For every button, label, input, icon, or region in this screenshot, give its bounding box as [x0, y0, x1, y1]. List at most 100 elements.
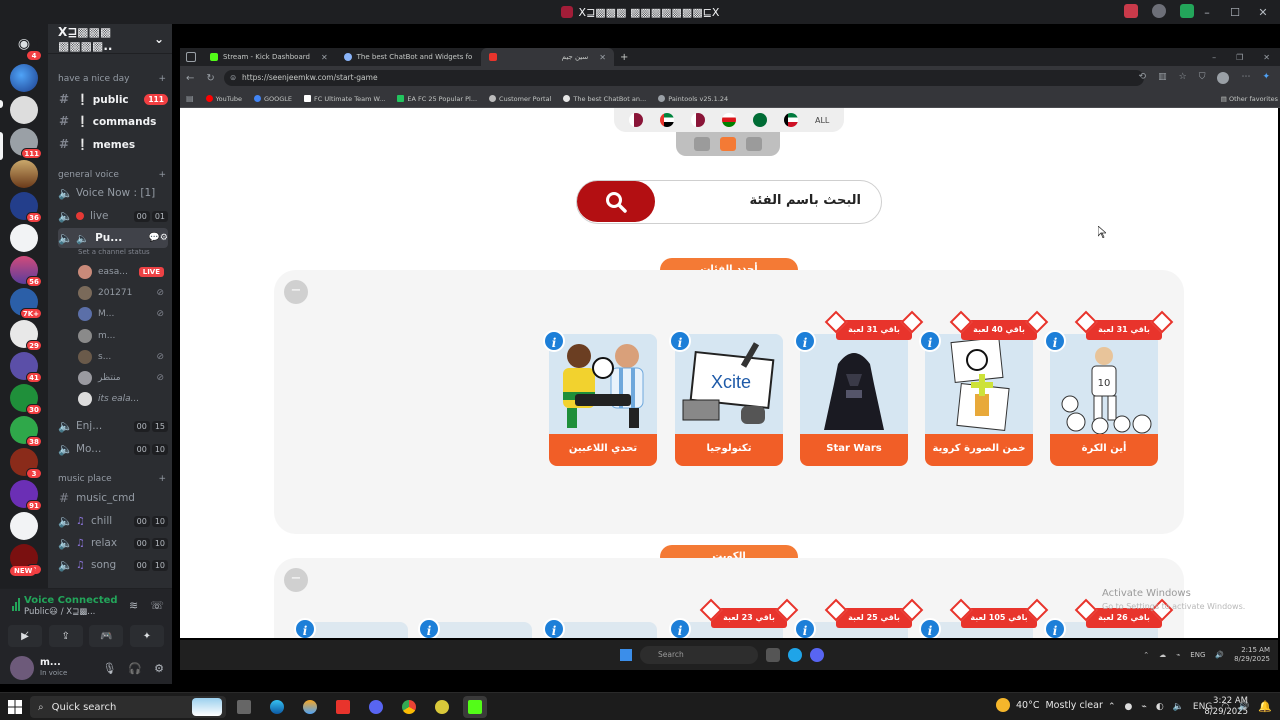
- info-icon[interactable]: i: [418, 618, 440, 638]
- disconnect-icon[interactable]: ☏: [150, 599, 164, 612]
- settings-gear-icon[interactable]: ⚙: [154, 662, 164, 675]
- windows-start-icon[interactable]: [620, 649, 632, 661]
- capcut-icon[interactable]: [331, 696, 355, 718]
- language-indicator[interactable]: ENG: [1190, 651, 1205, 659]
- category-card[interactable]: Star Wars i باقي 31 لعبة: [794, 320, 912, 468]
- info-icon[interactable]: i: [1044, 618, 1066, 638]
- saudi-flag[interactable]: [752, 113, 767, 127]
- channel-voice-now[interactable]: 🔈 Voice Now : [1]: [58, 183, 168, 203]
- noise-suppression-icon[interactable]: ≋: [129, 599, 138, 612]
- camera-off-icon[interactable]: ▶̸: [8, 625, 42, 647]
- voice-channel-path[interactable]: Public😃 / X⊒▩...: [24, 607, 95, 617]
- volume-icon[interactable]: 🔈: [1173, 702, 1184, 712]
- server-icon[interactable]: 3: [10, 448, 42, 479]
- info-icon[interactable]: i: [794, 330, 816, 352]
- server-icon[interactable]: 91: [10, 480, 42, 511]
- server-icon[interactable]: [10, 224, 38, 252]
- channel-commands[interactable]: # ❕ commands: [58, 111, 168, 131]
- bookmark-folder-icon[interactable]: ▤: [186, 94, 194, 103]
- inbox-icon[interactable]: [1124, 4, 1138, 18]
- discord-icon[interactable]: [810, 648, 824, 662]
- stream-search-box[interactable]: Search: [640, 646, 758, 664]
- voice-user[interactable]: easa... LIVE: [78, 263, 164, 281]
- tray-app-icon[interactable]: ●: [1125, 702, 1133, 712]
- bookmark-google[interactable]: GOOGLE: [254, 95, 292, 103]
- list-view-icon[interactable]: [720, 137, 736, 151]
- category-card[interactable]: تحدي اللاعبين i: [543, 330, 657, 468]
- server-icon[interactable]: 30: [10, 384, 42, 415]
- qatar-flag[interactable]: [690, 113, 705, 127]
- maximize-icon[interactable]: ❐: [1236, 53, 1243, 62]
- bookmark-paintools[interactable]: Paintools v25.1.24: [658, 95, 728, 103]
- server-icon[interactable]: 29: [10, 320, 42, 351]
- search-input[interactable]: البحث باسم الفئة: [750, 193, 861, 208]
- category-header[interactable]: general voice +: [58, 170, 166, 180]
- reload-icon[interactable]: ↻: [206, 73, 214, 84]
- network-icon[interactable]: ⌁: [1141, 702, 1146, 712]
- minimize-icon[interactable]: –: [1200, 6, 1214, 19]
- help-icon[interactable]: [1152, 4, 1166, 18]
- category-card[interactable]: i باقي 23 لعبة: [669, 608, 787, 638]
- channel-music-cmd[interactable]: # music_cmd: [58, 488, 168, 508]
- favorites-icon[interactable]: ☆: [1179, 72, 1187, 84]
- voice-user[interactable]: منتظر ⊘: [78, 369, 164, 387]
- more-icon[interactable]: ⋯: [1241, 72, 1250, 84]
- collapse-icon[interactable]: −: [284, 568, 308, 592]
- voice-status[interactable]: Voice Connected: [24, 595, 118, 606]
- add-channel-icon[interactable]: +: [158, 170, 166, 180]
- server-icon[interactable]: 7K+: [10, 288, 42, 319]
- soundboard-icon[interactable]: ✦: [129, 625, 164, 647]
- kick-icon[interactable]: [463, 696, 487, 718]
- channel-public[interactable]: # ❕ public 111: [58, 89, 168, 109]
- category-card[interactable]: خمن الصورة كروية i باقي 40 لعبة: [919, 320, 1037, 468]
- oman-flag[interactable]: [721, 113, 736, 127]
- headphones-icon[interactable]: 🎧: [128, 662, 142, 675]
- favorites-heart-icon[interactable]: [746, 137, 762, 151]
- quick-search-box[interactable]: ⌕ Quick search: [30, 696, 226, 718]
- info-icon[interactable]: i: [294, 618, 316, 638]
- server-icon[interactable]: [10, 512, 38, 540]
- category-card[interactable]: i باقي 26 لعبة: [1044, 608, 1162, 638]
- server-icon[interactable]: 38: [10, 416, 42, 447]
- notification-bell-icon[interactable]: 🔔: [1258, 700, 1272, 713]
- server-icon[interactable]: [10, 96, 38, 124]
- category-card[interactable]: i باقي 105 لعبة: [919, 608, 1037, 638]
- volume-icon[interactable]: 🔊: [1215, 651, 1224, 659]
- close-icon[interactable]: ✕: [1256, 6, 1270, 19]
- bahrain-flag[interactable]: [628, 113, 643, 127]
- sync-icon[interactable]: ⟲: [1139, 72, 1147, 84]
- edge-icon[interactable]: [265, 696, 289, 718]
- channel-chill[interactable]: 🔈 ♫ chill 00 10: [58, 511, 168, 531]
- server-icon[interactable]: 56: [10, 256, 42, 287]
- add-channel-icon[interactable]: +: [158, 74, 166, 84]
- task-view-icon[interactable]: [766, 648, 780, 662]
- chat-icon[interactable]: 💬⚙: [149, 233, 168, 243]
- edge-icon[interactable]: [788, 648, 802, 662]
- start-button[interactable]: [0, 693, 30, 720]
- info-icon[interactable]: i: [543, 330, 565, 352]
- close-tab-icon[interactable]: ✕: [599, 53, 606, 62]
- filter-all[interactable]: ALL: [815, 116, 829, 125]
- copilot-icon[interactable]: [298, 696, 322, 718]
- bookmark-chatbot[interactable]: The best ChatBot an...: [563, 95, 646, 103]
- category-card[interactable]: i: [543, 618, 657, 638]
- channel-enj[interactable]: 🔈 Enj... 00 15: [58, 416, 168, 436]
- bookmark-customer-portal[interactable]: Customer Portal: [489, 95, 551, 103]
- channel-song[interactable]: 🔈 ♫ song 00 10: [58, 555, 168, 575]
- address-bar[interactable]: ⊜ https://seenjeemkw.com/start-game: [224, 70, 1144, 86]
- server-icon[interactable]: [10, 160, 38, 188]
- system-clock[interactable]: 3:22 AM 8/29/2025: [1204, 696, 1248, 718]
- new-tab-icon[interactable]: +: [620, 52, 628, 63]
- voice-user[interactable]: its eala...: [78, 390, 164, 408]
- server-header[interactable]: X⊒▩▩▩ ▩▩▩▩.. ⌄: [48, 24, 172, 54]
- other-favorites[interactable]: ▤ Other favorites: [1221, 95, 1278, 103]
- tab-kick[interactable]: Stream - Kick Dashboard ✕: [202, 48, 336, 66]
- site-info-icon[interactable]: ⊜: [230, 70, 236, 86]
- info-icon[interactable]: i: [919, 330, 941, 352]
- split-icon[interactable]: ▥: [1158, 72, 1167, 84]
- download-icon[interactable]: [1180, 4, 1194, 18]
- server-icon[interactable]: 36: [10, 192, 42, 223]
- app-icon[interactable]: [430, 696, 454, 718]
- chevron-up-icon[interactable]: ⌃: [1143, 651, 1149, 659]
- category-card[interactable]: i: [418, 618, 532, 638]
